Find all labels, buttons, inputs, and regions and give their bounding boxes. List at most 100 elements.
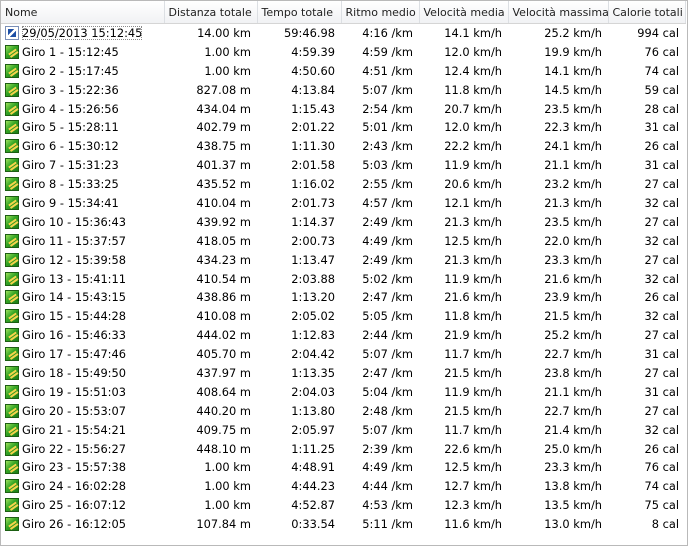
- row-name-label: Giro 21 - 15:54:21: [22, 422, 127, 437]
- lap-row[interactable]: Giro 9 - 15:34:41 410.04 m 2:01.73 4:57 /km…: [1, 194, 685, 213]
- row-max-speed: 23.2 km/h: [544, 177, 602, 192]
- row-pace: 2:49 /km: [362, 214, 413, 229]
- lap-row[interactable]: Giro 21 - 15:54:21 409.75 m 2:05.97 5:07 /k…: [1, 420, 685, 439]
- lap-row[interactable]: Giro 18 - 15:49:50 437.97 m 1:13.35 2:47 /k…: [1, 364, 685, 383]
- row-avg-speed: 11.8 km/h: [444, 309, 502, 324]
- row-pace: 4:59 /km: [362, 44, 413, 59]
- row-calories: 27 cal: [644, 403, 679, 418]
- lap-row[interactable]: Giro 5 - 15:28:11 402.79 m 2:01.22 5:01 /km…: [1, 118, 685, 137]
- lap-icon: [5, 101, 19, 116]
- row-pace: 2:54 /km: [362, 101, 413, 116]
- row-pace: 5:03 /km: [362, 158, 413, 173]
- lap-row[interactable]: Giro 19 - 15:51:03 408.64 m 2:04.03 5:04 /k…: [1, 382, 685, 401]
- lap-row[interactable]: Giro 4 - 15:26:56 434.04 m 1:15.43 2:54 /km…: [1, 99, 685, 118]
- row-name-label: Giro 25 - 16:07:12: [22, 498, 127, 513]
- column-header-max-speed[interactable]: Velocità massima: [508, 1, 609, 24]
- row-name: Giro 4 - 15:26:56: [1, 99, 164, 118]
- row-name: Giro 24 - 16:02:28: [1, 477, 164, 496]
- lap-row[interactable]: Giro 26 - 16:12:05 107.84 m 0:33.54 5:11 /k…: [1, 515, 685, 534]
- row-max-speed: 22.3 km/h: [544, 120, 602, 135]
- lap-row[interactable]: Giro 22 - 15:56:27 448.10 m 1:11.25 2:39 /k…: [1, 439, 685, 458]
- row-calories: 32 cal: [644, 195, 679, 210]
- row-max-speed: 13.5 km/h: [544, 498, 602, 513]
- lap-row[interactable]: Giro 3 - 15:22:36 827.08 m 4:13.84 5:07 /km…: [1, 80, 685, 99]
- row-avg-speed: 14.1 km/h: [444, 26, 502, 41]
- lap-row[interactable]: Giro 16 - 15:46:33 444.02 m 1:12.83 2:44 /k…: [1, 326, 685, 345]
- row-name-label: Giro 15 - 15:44:28: [22, 309, 127, 324]
- row-time: 2:05.02: [291, 309, 335, 324]
- lap-row[interactable]: Giro 17 - 15:47:46 405.70 m 2:04.42 5:07 /k…: [1, 345, 685, 364]
- row-calories: 8 cal: [651, 517, 679, 532]
- lap-icon: [5, 158, 19, 173]
- lap-row[interactable]: Giro 6 - 15:30:12 438.75 m 1:11.30 2:43 /km…: [1, 137, 685, 156]
- lap-row[interactable]: Giro 11 - 15:37:57 418.05 m 2:00.73 4:49 /k…: [1, 231, 685, 250]
- lap-icon: [5, 139, 19, 154]
- row-name: Giro 16 - 15:46:33: [1, 326, 164, 345]
- lap-icon: [5, 44, 19, 59]
- row-avg-speed: 11.6 km/h: [444, 517, 502, 532]
- row-time: 4:52.87: [291, 498, 335, 513]
- runner-icon: [5, 26, 19, 41]
- activity-summary-row[interactable]: 29/05/2013 15:12:45 14.00 km 59:46.98 4:16 …: [1, 24, 685, 43]
- row-distance: 401.37 m: [196, 158, 251, 173]
- row-pace: 2:55 /km: [362, 177, 413, 192]
- column-header-time[interactable]: Tempo totale: [257, 1, 342, 24]
- lap-row[interactable]: Giro 13 - 15:41:11 410.54 m 2:03.88 5:02 /k…: [1, 269, 685, 288]
- row-avg-speed: 21.3 km/h: [444, 252, 502, 267]
- row-time: 2:01.22: [291, 120, 335, 135]
- lap-icon: [5, 120, 19, 135]
- row-avg-speed: 21.3 km/h: [444, 214, 502, 229]
- column-header-distance[interactable]: Distanza totale: [164, 1, 258, 24]
- row-pace: 4:53 /km: [362, 498, 413, 513]
- lap-icon: [5, 82, 19, 97]
- lap-icon: [5, 214, 19, 229]
- row-calories: 31 cal: [644, 384, 679, 399]
- row-name: Giro 8 - 15:33:25: [1, 175, 164, 194]
- row-max-speed: 21.1 km/h: [544, 158, 602, 173]
- row-max-speed: 21.6 km/h: [544, 271, 602, 286]
- lap-row[interactable]: Giro 15 - 15:44:28 410.08 m 2:05.02 5:05 /k…: [1, 307, 685, 326]
- column-header-calories[interactable]: Calorie totali: [608, 1, 686, 24]
- row-avg-speed: 20.7 km/h: [444, 101, 502, 116]
- row-name: Giro 21 - 15:54:21: [1, 420, 164, 439]
- lap-row[interactable]: Giro 20 - 15:53:07 440.20 m 1:13.80 2:48 /k…: [1, 401, 685, 420]
- row-avg-speed: 11.7 km/h: [444, 347, 502, 362]
- lap-row[interactable]: Giro 1 - 15:12:45 1.00 km 4:59.39 4:59 /km 1…: [1, 42, 685, 61]
- column-header-avg-speed[interactable]: Velocità media: [419, 1, 509, 24]
- lap-row[interactable]: Giro 7 - 15:31:23 401.37 m 2:01.58 5:03 /km…: [1, 156, 685, 175]
- row-distance: 438.75 m: [196, 139, 251, 154]
- row-calories: 26 cal: [644, 290, 679, 305]
- row-calories: 994 cal: [637, 26, 679, 41]
- lap-row[interactable]: Giro 23 - 15:57:38 1.00 km 4:48.91 4:49 /km…: [1, 458, 685, 477]
- lap-row[interactable]: Giro 14 - 15:43:15 438.86 m 1:13.20 2:47 /k…: [1, 288, 685, 307]
- lap-row[interactable]: Giro 25 - 16:07:12 1.00 km 4:52.87 4:53 /km…: [1, 496, 685, 515]
- row-time: 1:11.30: [291, 139, 335, 154]
- row-distance: 408.64 m: [196, 384, 251, 399]
- row-name-label: Giro 17 - 15:47:46: [22, 347, 127, 362]
- lap-row[interactable]: Giro 12 - 15:39:58 434.23 m 1:13.47 2:49 /k…: [1, 250, 685, 269]
- lap-row[interactable]: Giro 8 - 15:33:25 435.52 m 1:16.02 2:55 /km…: [1, 175, 685, 194]
- row-avg-speed: 22.6 km/h: [444, 441, 502, 456]
- row-name-label: Giro 24 - 16:02:28: [22, 479, 127, 494]
- row-pace: 2:49 /km: [362, 252, 413, 267]
- row-calories: 76 cal: [644, 460, 679, 475]
- row-name: Giro 2 - 15:17:45: [1, 61, 164, 80]
- column-header-name[interactable]: Nome: [1, 1, 165, 24]
- lap-row[interactable]: Giro 24 - 16:02:28 1.00 km 4:44.23 4:44 /km…: [1, 477, 685, 496]
- row-name: Giro 9 - 15:34:41: [1, 194, 164, 213]
- row-name-label: Giro 18 - 15:49:50: [22, 365, 127, 380]
- row-name-label: Giro 11 - 15:37:57: [22, 233, 127, 248]
- lap-icon: [5, 498, 19, 513]
- lap-icon: [5, 309, 19, 324]
- column-header-pace[interactable]: Ritmo medio: [341, 1, 420, 24]
- row-pace: 5:11 /km: [362, 517, 413, 532]
- row-max-speed: 21.1 km/h: [544, 384, 602, 399]
- lap-row[interactable]: Giro 2 - 15:17:45 1.00 km 4:50.60 4:51 /km 1…: [1, 61, 685, 80]
- row-max-speed: 25.2 km/h: [544, 328, 602, 343]
- lap-icon: [5, 252, 19, 267]
- row-distance: 418.05 m: [196, 233, 251, 248]
- row-calories: 32 cal: [644, 309, 679, 324]
- lap-row[interactable]: Giro 10 - 15:36:43 439.92 m 1:14.37 2:49 /k…: [1, 212, 685, 231]
- row-avg-speed: 21.9 km/h: [444, 328, 502, 343]
- row-pace: 5:02 /km: [362, 271, 413, 286]
